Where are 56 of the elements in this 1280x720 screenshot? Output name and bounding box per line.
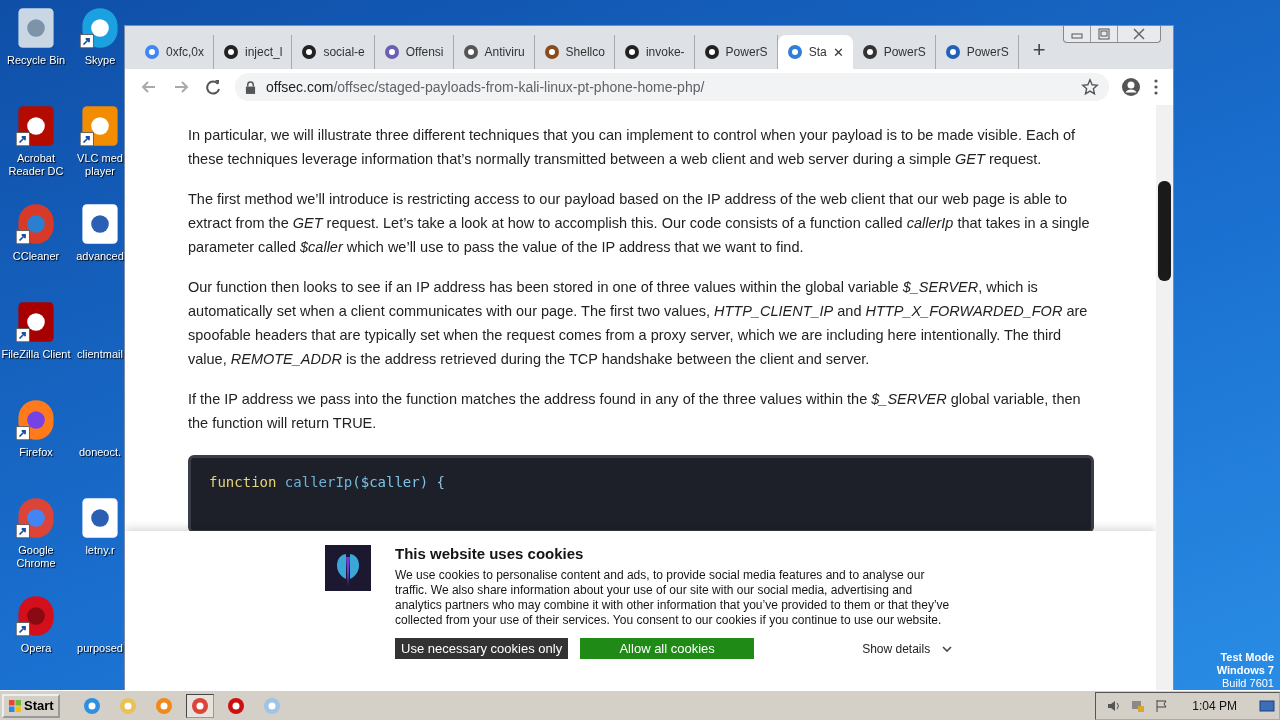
browser-tab[interactable]: Sta ✕ bbox=[777, 35, 853, 69]
favicon-icon bbox=[703, 44, 720, 60]
favicon-icon bbox=[223, 44, 239, 60]
favicon-icon bbox=[462, 44, 479, 60]
desktop-icon-label[interactable]: FileZilla Client bbox=[1, 348, 71, 361]
desktop-icon-label[interactable]: advanced bbox=[76, 250, 124, 263]
desktop-icon-label[interactable]: VLC med player bbox=[72, 152, 128, 178]
cookie-text: We use cookies to personalise content and ads, to provide social media features and to analyse our traffic. We also share information about your use of our site with our social media, advertising and analytics partners who may combine it with other information that you’ve provided to them or that they’ve collected from your use of their services. You consent to our cookies if you continue to use our website. bbox=[395, 568, 951, 628]
windows-logo-icon bbox=[8, 698, 22, 713]
show-desktop-icon[interactable] bbox=[1259, 697, 1275, 714]
favicon-icon bbox=[543, 44, 560, 60]
taskbar-app-icon[interactable] bbox=[185, 693, 214, 718]
site-logo-icon bbox=[325, 545, 371, 591]
menu-icon[interactable] bbox=[1153, 77, 1159, 97]
clock[interactable]: 1:04 PM bbox=[1192, 698, 1237, 713]
address-bar[interactable]: offsec.com/offsec/staged-payloads-from-kali-linux-pt-phone-home-php/ bbox=[235, 73, 1109, 101]
os-build-text: Windows 7 bbox=[1216, 664, 1274, 677]
close-tab-icon[interactable]: ✕ bbox=[832, 44, 844, 60]
profile-icon[interactable] bbox=[1121, 77, 1141, 97]
os-build-text: Test Mode bbox=[1220, 651, 1274, 664]
lock-icon bbox=[245, 80, 256, 94]
desktop-icon-label[interactable]: Firefox bbox=[19, 446, 53, 459]
necessary-cookies-button[interactable]: Use necessary cookies only bbox=[395, 638, 569, 659]
allow-cookies-button[interactable]: Allow all cookies bbox=[580, 638, 755, 659]
article-paragraph: The first method we’ll introduce is restricting access to our payload based on the IP address of the web client that our web page is able to extract from the GET request. Let’s take a look at how to accomplish this. Our code consists of a function called callerIp that takes in a single parameter called $caller which we’ll use to pass the value of the IP address that we want to find. bbox=[188, 190, 1091, 257]
favicon-icon bbox=[383, 44, 400, 60]
desktop-icon-label[interactable]: purposed bbox=[77, 642, 123, 655]
favicon-icon bbox=[144, 44, 160, 60]
favicon-icon bbox=[301, 44, 318, 60]
favicon-icon bbox=[623, 44, 640, 60]
article-paragraph: If the IP address we pass into the function matches the address found in any of the three values within the $_SERVER global variable, then the function will return TRUE. bbox=[188, 390, 1082, 433]
scrollbar-thumb[interactable] bbox=[1158, 181, 1171, 281]
desktop-icon-label[interactable]: Google Chrome bbox=[0, 544, 72, 570]
code-line: function callerIp($caller) { bbox=[209, 474, 445, 490]
new-tab-button[interactable]: + bbox=[1032, 37, 1046, 63]
article-paragraph: In particular, we will illustrate three different techniques that you can implement to control when your payload is to be made visible. Each of these techniques leverage information that’s normally transmitted between a web client and web server during a simple GET request. bbox=[188, 126, 1077, 169]
desktop-icon-label[interactable]: clientmail bbox=[77, 348, 123, 361]
os-build-text: Build 7601 bbox=[1222, 677, 1274, 690]
desktop-icon-label[interactable]: Acrobat Reader DC bbox=[0, 152, 72, 178]
star-icon[interactable] bbox=[1081, 78, 1099, 96]
article-paragraph: Our function then looks to see if an IP address has been stored in one of three values within the global variable $_SERVER, which is automatically set when a client communicates with our page. The first two values, HTTP_CLIENT_IP and HTTP_X_FORWARDED_FOR are spoofable headers that are typically set when the request comes from a proxy server, which we are including here intentionally. The third value, REMOTE_ADDR is the address retrieved during the TCP handshake between the client and server. bbox=[188, 278, 1089, 369]
start-button[interactable]: Start bbox=[2, 693, 60, 718]
desktop-icon-label[interactable]: Recycle Bin bbox=[6, 54, 66, 67]
scrollbar[interactable] bbox=[1156, 105, 1173, 691]
favicon-icon bbox=[786, 44, 803, 60]
desktop-icon-label[interactable]: doneoct. bbox=[78, 446, 122, 459]
desktop-icon-label[interactable]: letny.r bbox=[85, 544, 115, 557]
show-details-link[interactable]: Show details bbox=[862, 641, 931, 656]
favicon-icon bbox=[861, 44, 878, 60]
favicon-icon bbox=[944, 44, 961, 60]
chevron-down-icon[interactable] bbox=[942, 645, 953, 652]
desktop-icon-label[interactable]: CCleaner bbox=[12, 250, 60, 263]
desktop-icon-label[interactable]: Opera bbox=[20, 642, 52, 655]
reload-icon[interactable] bbox=[203, 77, 223, 97]
desktop-icon-label[interactable]: Skype bbox=[84, 54, 116, 67]
cookie-title: This website uses cookies bbox=[395, 545, 585, 562]
